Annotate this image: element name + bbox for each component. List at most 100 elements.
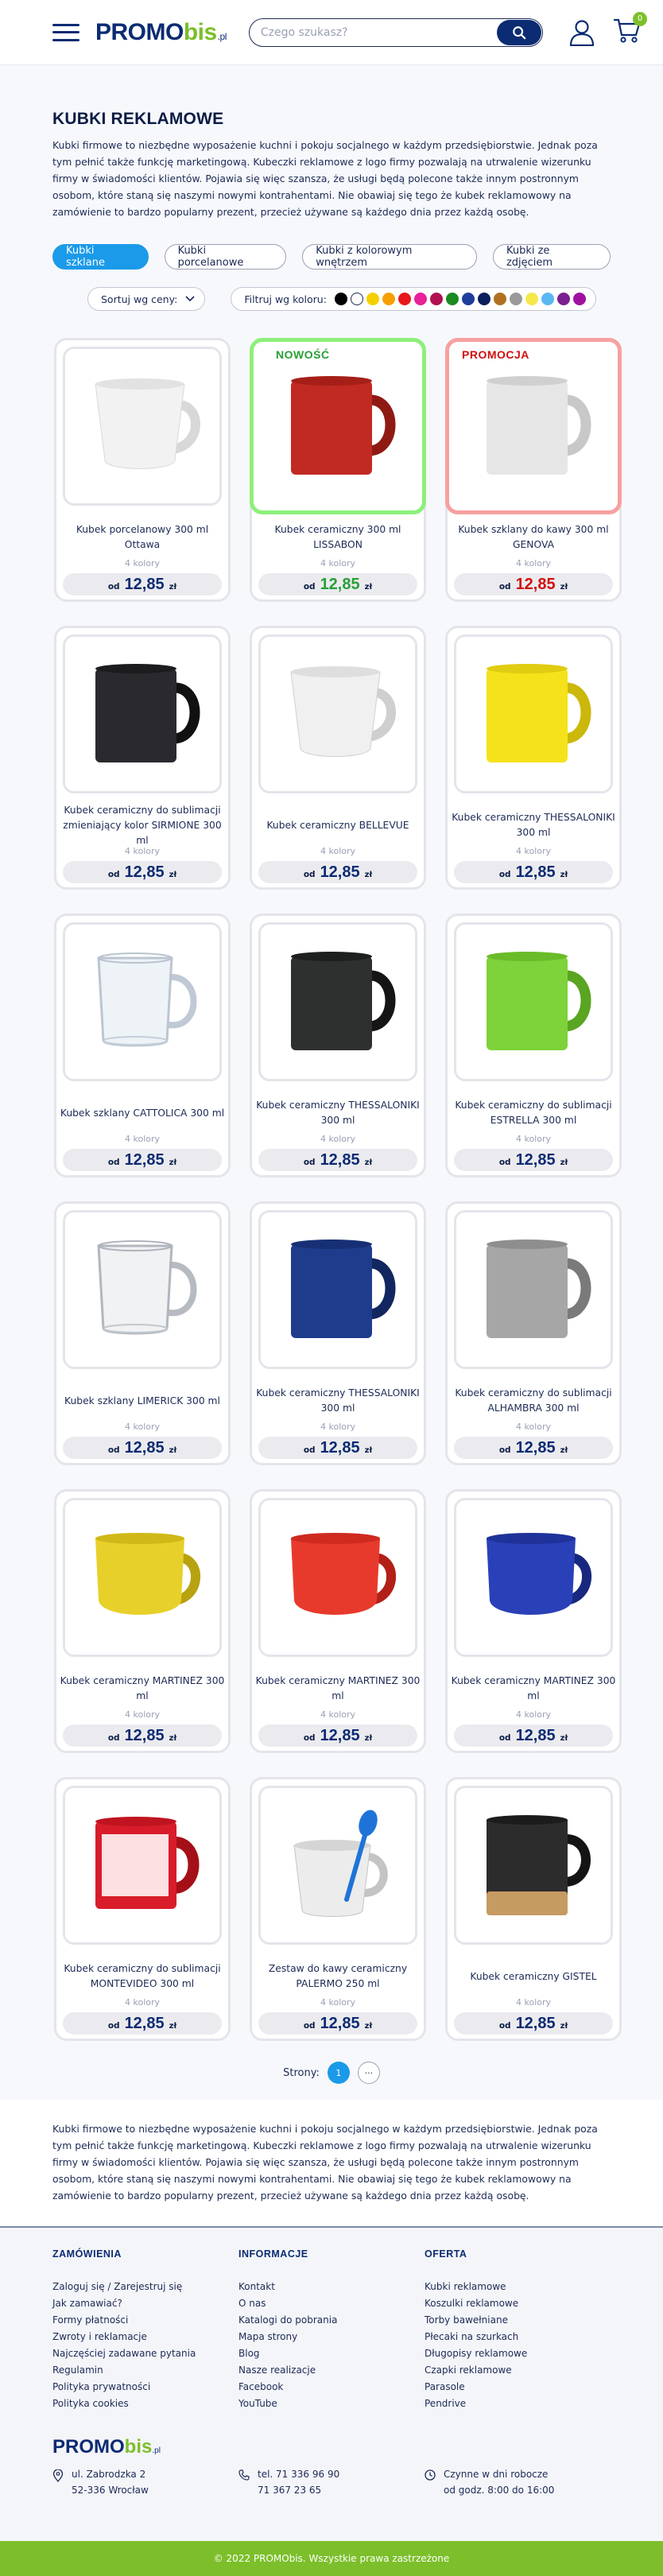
sort-dropdown[interactable]: Sortuj wg ceny: <box>87 287 206 311</box>
product-card[interactable]: NOWOŚĆ Kubek ceramiczny 300 ml LISSABON 4 … <box>250 338 426 602</box>
color-swatch[interactable] <box>572 293 586 305</box>
search-button[interactable] <box>496 19 541 45</box>
color-swatch[interactable] <box>445 293 459 305</box>
tab-1[interactable]: Kubki szklane <box>52 244 149 270</box>
footer-link[interactable]: Blog <box>238 2345 425 2362</box>
tab-2[interactable]: Kubki porcelanowe <box>164 244 287 270</box>
footer-link[interactable]: Facebook <box>238 2379 425 2396</box>
color-swatch[interactable] <box>350 293 363 305</box>
product-name[interactable]: Kubek porcelanowy 300 ml Ottawa <box>60 518 225 557</box>
phone-line-2[interactable]: 71 367 23 65 <box>258 2482 339 2498</box>
color-swatch[interactable] <box>366 293 379 305</box>
product-card[interactable]: Kubek ceramiczny do sublimacji ESTRELLA … <box>445 914 622 1177</box>
footer-link[interactable]: Długopisy reklamowe <box>425 2345 611 2362</box>
footer-link[interactable]: Najczęściej zadawane pytania <box>52 2345 238 2362</box>
product-card[interactable]: Kubek szklany CATTOLICA 300 ml 4 kolory od… <box>54 914 231 1177</box>
cart-button[interactable]: 0 <box>613 11 647 47</box>
color-swatch[interactable] <box>461 293 475 305</box>
product-card[interactable]: Kubek ceramiczny do sublimacji ALHAMBRA … <box>445 1201 622 1465</box>
product-image[interactable] <box>258 922 417 1081</box>
product-card[interactable]: PROMOCJA Kubek szklany do kawy 300 ml GEN… <box>445 338 622 602</box>
footer-link[interactable]: Jak zamawiać? <box>52 2295 238 2312</box>
page-1-button[interactable]: 1 <box>327 2062 350 2084</box>
product-card[interactable]: Kubek szklany LIMERICK 300 ml 4 kolory od 1… <box>54 1201 231 1465</box>
color-swatch[interactable] <box>413 293 427 305</box>
footer-link[interactable]: Parasole <box>425 2379 611 2396</box>
product-name[interactable]: Kubek szklany LIMERICK 300 ml <box>60 1382 225 1420</box>
product-card[interactable]: Kubek ceramiczny MARTINEZ 300 ml 4 kolory… <box>445 1489 622 1753</box>
product-name[interactable]: Kubek szklany CATTOLICA 300 ml <box>60 1094 225 1132</box>
product-name[interactable]: Kubek szklany do kawy 300 ml GENOVA <box>451 518 616 557</box>
product-name[interactable]: Kubek ceramiczny do sublimacji ALHAMBRA … <box>451 1382 616 1420</box>
color-swatch[interactable] <box>477 293 490 305</box>
product-name[interactable]: Kubek ceramiczny MARTINEZ 300 ml <box>255 1670 421 1708</box>
product-card[interactable]: Kubek porcelanowy 300 ml Ottawa 4 kolory o… <box>54 338 231 602</box>
footer-link[interactable]: Torby bawełniane <box>425 2312 611 2329</box>
product-card[interactable]: Kubek ceramiczny do sublimacji MONTEVIDE… <box>54 1777 231 2041</box>
user-icon[interactable] <box>569 19 595 46</box>
product-image[interactable] <box>63 1210 222 1369</box>
phone-line-1[interactable]: tel. 71 336 96 90 <box>258 2466 339 2482</box>
site-logo[interactable]: PROMO bis .pl <box>95 19 227 46</box>
product-card[interactable]: Kubek ceramiczny THESSALONIKI 300 ml 4 ko… <box>445 626 622 890</box>
footer-link[interactable]: Regulamin <box>52 2362 238 2379</box>
color-swatch[interactable] <box>382 293 395 305</box>
product-image[interactable] <box>454 1498 613 1657</box>
product-image[interactable] <box>63 347 222 506</box>
menu-icon[interactable] <box>52 23 79 41</box>
product-card[interactable]: Kubek ceramiczny THESSALONIKI 300 ml 4 ko… <box>250 1201 426 1465</box>
color-swatch[interactable] <box>509 293 522 305</box>
product-card[interactable]: Kubek ceramiczny MARTINEZ 300 ml 4 kolory… <box>54 1489 231 1753</box>
product-card[interactable]: Kubek ceramiczny MARTINEZ 300 ml 4 kolory… <box>250 1489 426 1753</box>
product-card[interactable]: Kubek ceramiczny BELLEVUE 4 kolory od 12,85… <box>250 626 426 890</box>
footer-link[interactable]: Katalogi do pobrania <box>238 2312 425 2329</box>
footer-logo[interactable]: PROMObis.pl <box>52 2436 611 2458</box>
product-image[interactable] <box>454 922 613 1081</box>
footer-link[interactable]: Koszulki reklamowe <box>425 2295 611 2312</box>
product-name[interactable]: Kubek ceramiczny do sublimacji zmieniają… <box>60 805 225 846</box>
product-image[interactable] <box>454 634 613 793</box>
search-input[interactable] <box>260 25 497 39</box>
product-name[interactable]: Kubek ceramiczny THESSALONIKI 300 ml <box>255 1094 421 1132</box>
footer-link[interactable]: Pendrive <box>425 2396 611 2412</box>
product-image[interactable] <box>258 1498 417 1657</box>
product-name[interactable]: Zestaw do kawy ceramiczny PALERMO 250 ml <box>255 1957 421 1996</box>
tab-3[interactable]: Kubki z kolorowym wnętrzem <box>302 244 477 270</box>
footer-link[interactable]: Kubki reklamowe <box>425 2279 611 2295</box>
product-image[interactable] <box>258 347 417 506</box>
product-image[interactable] <box>258 1786 417 1945</box>
color-swatch[interactable] <box>334 293 347 305</box>
color-swatch[interactable] <box>493 293 506 305</box>
footer-link[interactable]: Zwroty i reklamacje <box>52 2329 238 2345</box>
footer-link[interactable]: YouTube <box>238 2396 425 2412</box>
color-swatch[interactable] <box>429 293 443 305</box>
color-swatch[interactable] <box>541 293 554 305</box>
footer-link[interactable]: Czapki reklamowe <box>425 2362 611 2379</box>
footer-link[interactable]: Zaloguj się / Zarejestruj się <box>52 2279 238 2295</box>
product-image[interactable] <box>63 634 222 793</box>
product-card[interactable]: Kubek ceramiczny do sublimacji zmieniają… <box>54 626 231 890</box>
product-image[interactable] <box>63 922 222 1081</box>
footer-link[interactable]: Nasze realizacje <box>238 2362 425 2379</box>
product-image[interactable] <box>454 347 613 506</box>
product-image[interactable] <box>258 634 417 793</box>
product-name[interactable]: Kubek ceramiczny MARTINEZ 300 ml <box>451 1670 616 1708</box>
product-image[interactable] <box>63 1498 222 1657</box>
footer-link[interactable]: Formy płatności <box>52 2312 238 2329</box>
product-name[interactable]: Kubek ceramiczny do sublimacji MONTEVIDE… <box>60 1957 225 1996</box>
footer-link[interactable]: O nas <box>238 2295 425 2312</box>
more-pages-button[interactable]: ··· <box>357 2062 380 2084</box>
product-card[interactable]: Zestaw do kawy ceramiczny PALERMO 250 ml… <box>250 1777 426 2041</box>
product-image[interactable] <box>454 1786 613 1945</box>
footer-link[interactable]: Polityka cookies <box>52 2396 238 2412</box>
color-swatch[interactable] <box>397 293 411 305</box>
product-image[interactable] <box>63 1786 222 1945</box>
product-image[interactable] <box>454 1210 613 1369</box>
product-name[interactable]: Kubek ceramiczny BELLEVUE <box>255 806 421 844</box>
product-name[interactable]: Kubek ceramiczny do sublimacji ESTRELLA … <box>451 1094 616 1132</box>
product-name[interactable]: Kubek ceramiczny THESSALONIKI 300 ml <box>451 806 616 844</box>
footer-link[interactable]: Płecaki na szurkach <box>425 2329 611 2345</box>
product-name[interactable]: Kubek ceramiczny MARTINEZ 300 ml <box>60 1670 225 1708</box>
product-card[interactable]: Kubek ceramiczny GISTEL 4 kolory od 12,85 zł <box>445 1777 622 2041</box>
product-name[interactable]: Kubek ceramiczny THESSALONIKI 300 ml <box>255 1382 421 1420</box>
